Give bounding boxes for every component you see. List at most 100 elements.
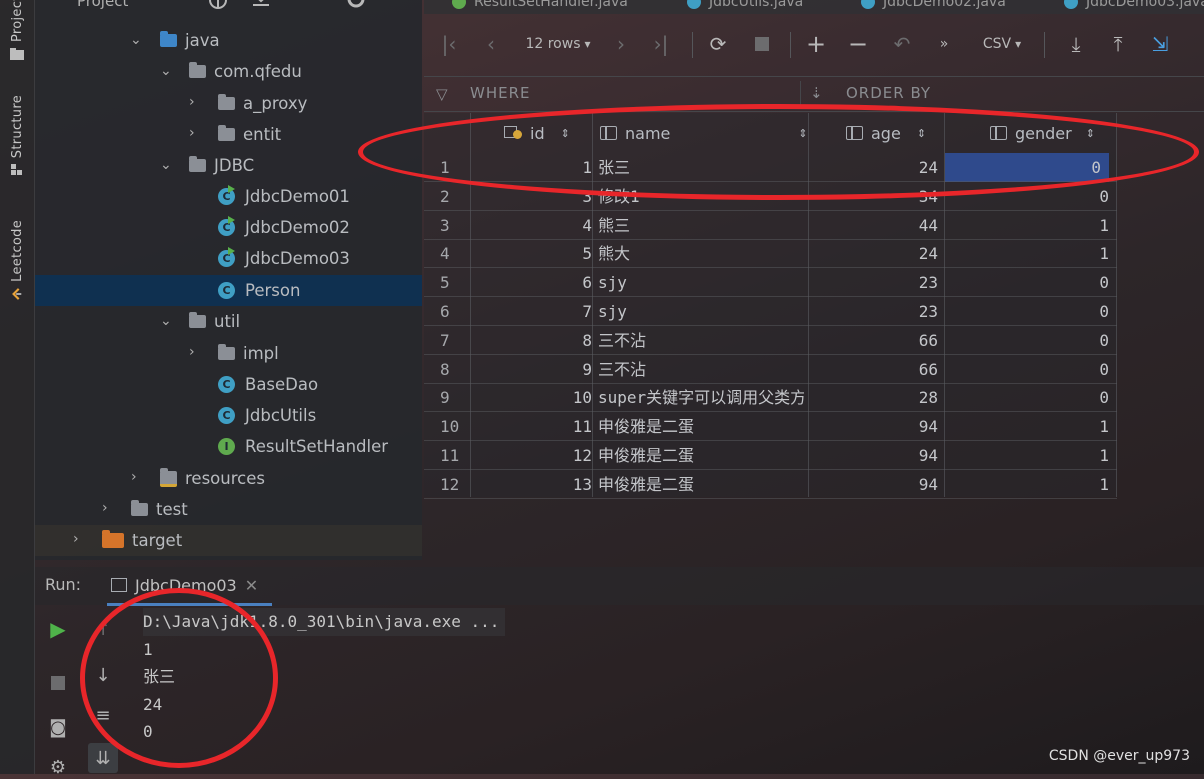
editor-tab[interactable]: ResultSetHandler.java — [452, 0, 628, 10]
age-cell[interactable]: 94 — [808, 412, 946, 441]
id-cell[interactable]: 6 — [470, 268, 600, 297]
table-row[interactable]: 10 11 申俊雅是二蛋 94 1 — [424, 412, 1117, 442]
gender-cell[interactable]: 0 — [945, 355, 1117, 384]
id-cell[interactable]: 10 — [470, 383, 600, 412]
compare-icon[interactable]: ⇲ — [1148, 32, 1172, 56]
name-cell[interactable]: 熊大 — [598, 239, 804, 268]
last-page-icon[interactable]: ›| — [650, 32, 672, 56]
tree-node-jdbcutils[interactable]: C JdbcUtils — [35, 400, 422, 431]
age-cell[interactable]: 24 — [808, 239, 946, 268]
table-row[interactable]: 7 8 三不沾 66 0 — [424, 326, 1117, 355]
id-cell[interactable]: 7 — [470, 297, 600, 326]
tree-node-test[interactable]: › test — [35, 494, 422, 525]
tree-node-person[interactable]: C Person — [35, 275, 422, 306]
rows-count-dropdown[interactable]: 12 rows ▾ — [522, 32, 594, 56]
tree-node-jdbcdemo03[interactable]: C JdbcDemo03 — [35, 243, 422, 274]
rerun-icon[interactable]: ▶ — [46, 617, 70, 641]
chevron-right-icon[interactable]: › — [73, 532, 85, 546]
gender-cell[interactable]: 0 — [945, 383, 1117, 412]
chevron-right-icon[interactable]: › — [102, 501, 114, 515]
name-cell[interactable]: super关键字可以调用父类方 — [598, 383, 804, 412]
delete-row-icon[interactable]: − — [846, 30, 870, 58]
gender-cell[interactable]: 0 — [945, 326, 1117, 355]
export-format-dropdown[interactable]: CSV ▾ — [976, 32, 1028, 56]
where-filter-input[interactable]: WHERE — [470, 84, 531, 102]
download-icon[interactable]: ⤓ — [1064, 32, 1088, 56]
previous-page-icon[interactable]: ‹ — [480, 32, 502, 56]
name-cell[interactable]: sjy — [598, 297, 804, 326]
add-row-icon[interactable]: + — [804, 30, 828, 58]
tree-node-target[interactable]: › target — [35, 525, 422, 556]
stop-icon[interactable] — [750, 32, 774, 56]
structure-tool-tab[interactable]: Structure — [2, 95, 32, 195]
name-cell[interactable]: 三不沾 — [598, 326, 804, 355]
age-cell[interactable]: 23 — [808, 268, 946, 297]
name-cell[interactable]: 申俊雅是二蛋 — [598, 412, 804, 441]
more-actions-icon[interactable]: » — [934, 32, 954, 56]
id-cell[interactable]: 11 — [470, 412, 600, 441]
gender-cell[interactable]: 1 — [945, 239, 1117, 268]
gender-cell[interactable]: 1 — [945, 470, 1117, 499]
tree-node-jdbcdemo02[interactable]: C JdbcDemo02 — [35, 212, 422, 243]
next-page-icon[interactable]: › — [610, 32, 632, 56]
gender-cell[interactable]: 1 — [945, 211, 1117, 240]
name-cell[interactable]: 熊三 — [598, 211, 804, 240]
chevron-right-icon[interactable]: › — [131, 470, 143, 484]
chevron-down-icon[interactable]: ⌄ — [160, 158, 172, 172]
tree-node-jdbcdemo01[interactable]: C JdbcDemo01 — [35, 181, 422, 212]
revert-icon[interactable]: ↶ — [890, 32, 914, 56]
chevron-right-icon[interactable]: › — [189, 345, 201, 359]
order-by-input[interactable]: ORDER BY — [846, 84, 931, 102]
editor-tab[interactable]: JdbcDemo03.java — [1064, 0, 1204, 10]
settings-icon[interactable]: ⚙ — [46, 755, 70, 779]
name-cell[interactable]: sjy — [598, 268, 804, 297]
reload-icon[interactable]: ⟳ — [706, 32, 730, 56]
age-cell[interactable]: 94 — [808, 470, 946, 499]
age-cell[interactable]: 66 — [808, 355, 946, 384]
id-cell[interactable]: 4 — [470, 211, 600, 240]
editor-tab[interactable]: JdbcDemo02.java — [861, 0, 1006, 10]
upload-icon[interactable]: ⤒ — [1106, 32, 1130, 56]
stop-icon[interactable] — [46, 671, 70, 695]
id-cell[interactable]: 5 — [470, 239, 600, 268]
gender-cell[interactable]: 1 — [945, 412, 1117, 441]
scroll-to-end-icon[interactable]: ⇊ — [88, 743, 118, 773]
gender-cell[interactable]: 0 — [945, 268, 1117, 297]
tree-node-util[interactable]: ⌄ util — [35, 306, 422, 337]
close-icon[interactable]: ✕ — [245, 576, 258, 595]
editor-tab[interactable]: JdbcUtils.java — [687, 0, 803, 10]
chevron-down-icon[interactable]: ⌄ — [160, 314, 172, 328]
table-row[interactable]: 3 4 熊三 44 1 — [424, 211, 1117, 240]
gender-cell[interactable]: 1 — [945, 441, 1117, 470]
tree-node-resultsethandler[interactable]: I ResultSetHandler — [35, 431, 422, 462]
collapse-all-icon[interactable] — [250, 0, 272, 12]
chevron-down-icon[interactable]: ⌄ — [160, 64, 172, 78]
chevron-right-icon[interactable]: › — [189, 126, 201, 140]
gender-cell[interactable]: 0 — [945, 297, 1117, 326]
id-cell[interactable]: 13 — [470, 470, 600, 499]
name-cell[interactable]: 申俊雅是二蛋 — [598, 441, 804, 470]
age-cell[interactable]: 28 — [808, 383, 946, 412]
table-row[interactable]: 6 7 sjy 23 0 — [424, 297, 1117, 326]
table-row[interactable]: 12 13 申俊雅是二蛋 94 1 — [424, 470, 1117, 499]
age-cell[interactable]: 66 — [808, 326, 946, 355]
age-cell[interactable]: 94 — [808, 441, 946, 470]
name-cell[interactable]: 申俊雅是二蛋 — [598, 470, 804, 499]
age-cell[interactable]: 44 — [808, 211, 946, 240]
tree-node-resources[interactable]: › resources — [35, 463, 422, 494]
tree-node-a-proxy[interactable]: › a_proxy — [35, 88, 422, 119]
id-cell[interactable]: 12 — [470, 441, 600, 470]
chevron-right-icon[interactable]: › — [189, 95, 201, 109]
tree-node-impl[interactable]: › impl — [35, 338, 422, 369]
table-row[interactable]: 4 5 熊大 24 1 — [424, 239, 1117, 269]
first-page-icon[interactable]: |‹ — [438, 32, 460, 56]
name-cell[interactable]: 三不沾 — [598, 355, 804, 384]
table-row[interactable]: 9 10 super关键字可以调用父类方 28 0 — [424, 383, 1117, 413]
chevron-down-icon[interactable]: ⌄ — [130, 33, 142, 47]
project-tool-tab[interactable]: Project — [2, 0, 32, 70]
age-cell[interactable]: 23 — [808, 297, 946, 326]
locate-icon[interactable] — [207, 0, 229, 12]
tree-node-java[interactable]: ⌄ java — [35, 25, 422, 56]
id-cell[interactable]: 8 — [470, 326, 600, 355]
tree-node-com-qfedu[interactable]: ⌄ com.qfedu — [35, 56, 422, 87]
